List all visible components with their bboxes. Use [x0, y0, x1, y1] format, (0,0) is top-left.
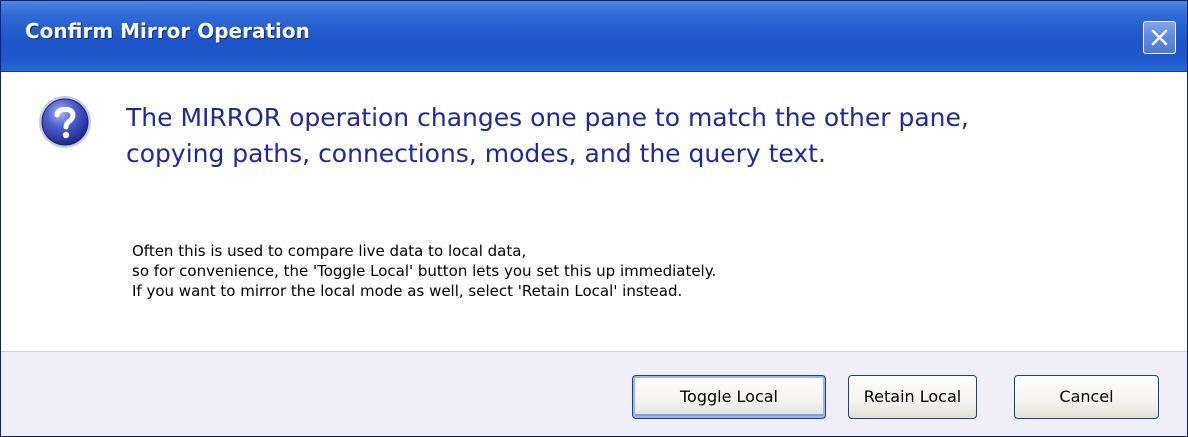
detail-text: Often this is used to compare live data … — [132, 241, 1132, 301]
close-button[interactable] — [1143, 21, 1176, 54]
main-instruction-line: copying paths, connections, modes, and t… — [126, 139, 826, 168]
main-instruction: The MIRROR operation changes one pane to… — [126, 100, 1166, 172]
dialog-window: Confirm Mirror Operation The MIRROR oper… — [0, 0, 1188, 437]
detail-line: Often this is used to compare live data … — [132, 242, 527, 260]
detail-line: If you want to mirror the local mode as … — [132, 282, 683, 300]
detail-line: so for convenience, the 'Toggle Local' b… — [132, 262, 717, 280]
dialog-content: The MIRROR operation changes one pane to… — [1, 72, 1187, 351]
dialog-title: Confirm Mirror Operation — [25, 19, 310, 43]
retain-local-button[interactable]: Retain Local — [848, 375, 977, 419]
toggle-local-button[interactable]: Toggle Local — [632, 375, 826, 419]
main-instruction-line: The MIRROR operation changes one pane to… — [126, 103, 969, 132]
title-bar[interactable]: Confirm Mirror Operation — [1, 1, 1187, 72]
question-icon — [39, 96, 91, 148]
button-bar: Toggle Local Retain Local Cancel — [1, 352, 1187, 436]
close-icon — [1151, 29, 1168, 46]
cancel-button[interactable]: Cancel — [1014, 375, 1159, 419]
